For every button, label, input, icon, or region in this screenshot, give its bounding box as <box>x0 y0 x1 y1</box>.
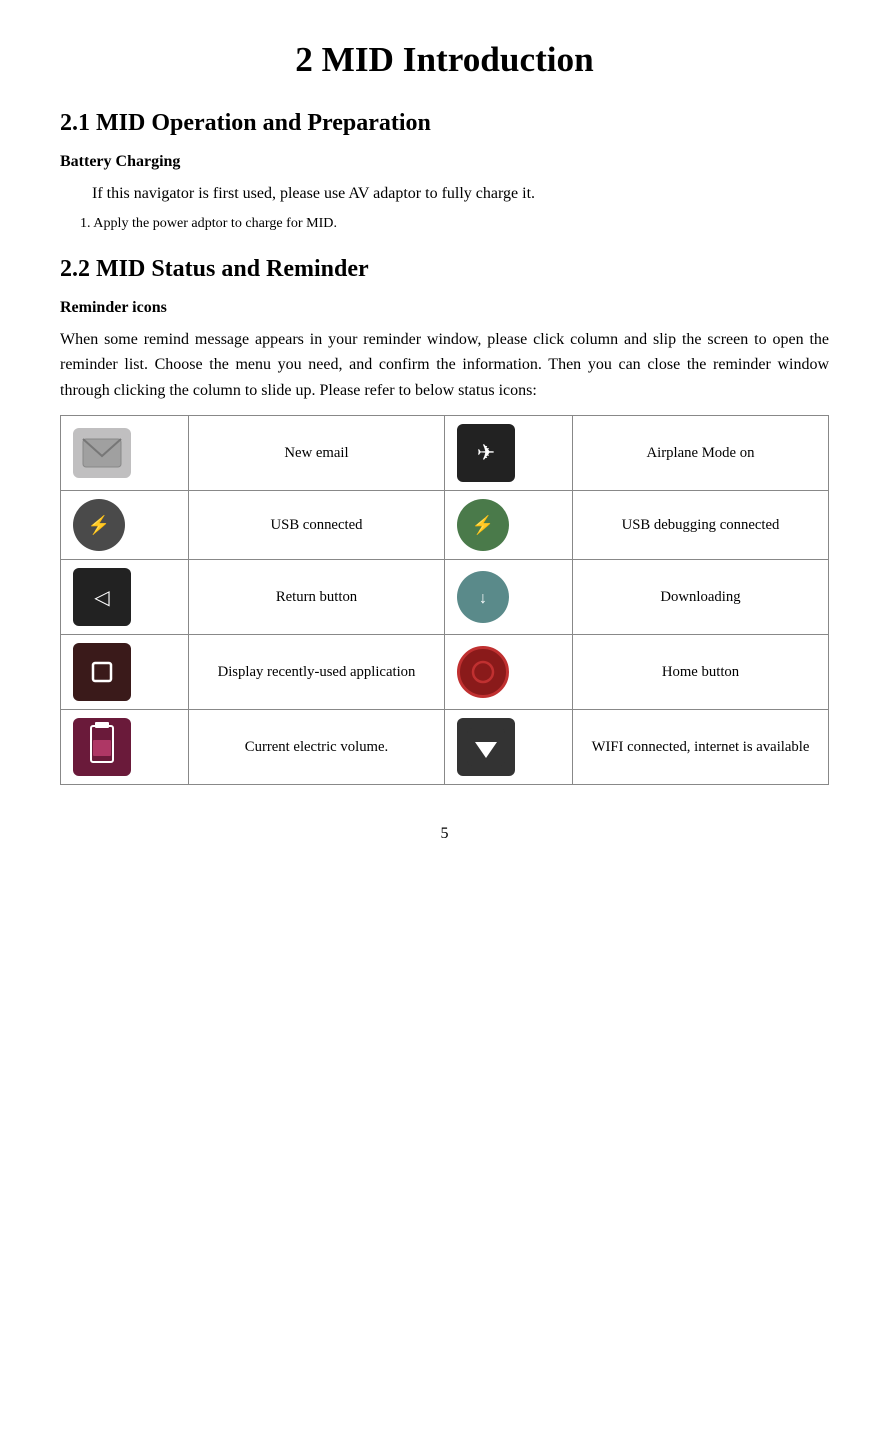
svg-text:⚡: ⚡ <box>88 514 110 536</box>
label-battery: Current electric volume. <box>189 710 445 785</box>
icon-cell-recent <box>61 635 189 710</box>
icon-cell-usb-debug: ⚡ <box>445 491 573 560</box>
section-2-2: 2.2 MID Status and Reminder Reminder ico… <box>60 256 829 786</box>
svg-text:↓: ↓ <box>479 590 487 607</box>
section-2-2-heading: 2.2 MID Status and Reminder <box>60 256 829 283</box>
battery-text-1: If this navigator is first used, please … <box>92 181 829 207</box>
return-icon: ◁ <box>73 568 131 626</box>
label-wifi: WIFI connected, internet is available <box>573 710 829 785</box>
icon-cell-downloading: ↓ <box>445 560 573 635</box>
battery-charging-heading: Battery Charging <box>60 153 829 171</box>
label-downloading: Downloading <box>573 560 829 635</box>
downloading-icon: ↓ <box>457 571 509 623</box>
label-usb-debug: USB debugging connected <box>573 491 829 560</box>
usb-icon: ⚡ <box>73 499 125 551</box>
email-icon <box>73 428 131 478</box>
airplane-icon: ✈ <box>457 424 515 482</box>
label-new-email: New email <box>189 416 445 491</box>
label-airplane-mode: Airplane Mode on <box>573 416 829 491</box>
reminder-icons-heading: Reminder icons <box>60 299 829 317</box>
home-icon <box>457 646 509 698</box>
icon-cell-battery <box>61 710 189 785</box>
icon-cell-home <box>445 635 573 710</box>
section-2-1: 2.1 MID Operation and Preparation Batter… <box>60 110 829 232</box>
svg-text:✈: ✈ <box>477 440 495 465</box>
svg-text:⚡: ⚡ <box>472 514 494 536</box>
recent-apps-icon <box>73 643 131 701</box>
icon-cell-airplane: ✈ <box>445 416 573 491</box>
battery-text-2: 1. Apply the power adptor to charge for … <box>80 215 829 232</box>
reminder-paragraph: When some remind message appears in your… <box>60 327 829 404</box>
table-row: ⚡ USB connected ⚡ USB debugging connecte… <box>61 491 829 560</box>
icon-cell-email <box>61 416 189 491</box>
label-return-button: Return button <box>189 560 445 635</box>
page-title: 2 MID Introduction <box>60 40 829 80</box>
usb-debug-icon: ⚡ <box>457 499 509 551</box>
wifi-icon <box>457 718 515 776</box>
table-row: ◁ Return button ↓ Downloading <box>61 560 829 635</box>
page-number: 5 <box>60 825 829 843</box>
battery-icon <box>73 718 131 776</box>
label-home-button: Home button <box>573 635 829 710</box>
icon-cell-usb: ⚡ <box>61 491 189 560</box>
svg-text:◁: ◁ <box>94 587 110 609</box>
icons-table: New email ✈ Airplane Mode on ⚡ <box>60 415 829 785</box>
label-usb-connected: USB connected <box>189 491 445 560</box>
table-row: Display recently-used application Home b… <box>61 635 829 710</box>
section-2-1-heading: 2.1 MID Operation and Preparation <box>60 110 829 137</box>
icon-cell-wifi <box>445 710 573 785</box>
table-row: Current electric volume. WIFI connected,… <box>61 710 829 785</box>
icon-cell-return: ◁ <box>61 560 189 635</box>
table-row: New email ✈ Airplane Mode on <box>61 416 829 491</box>
label-recent-apps: Display recently-used application <box>189 635 445 710</box>
